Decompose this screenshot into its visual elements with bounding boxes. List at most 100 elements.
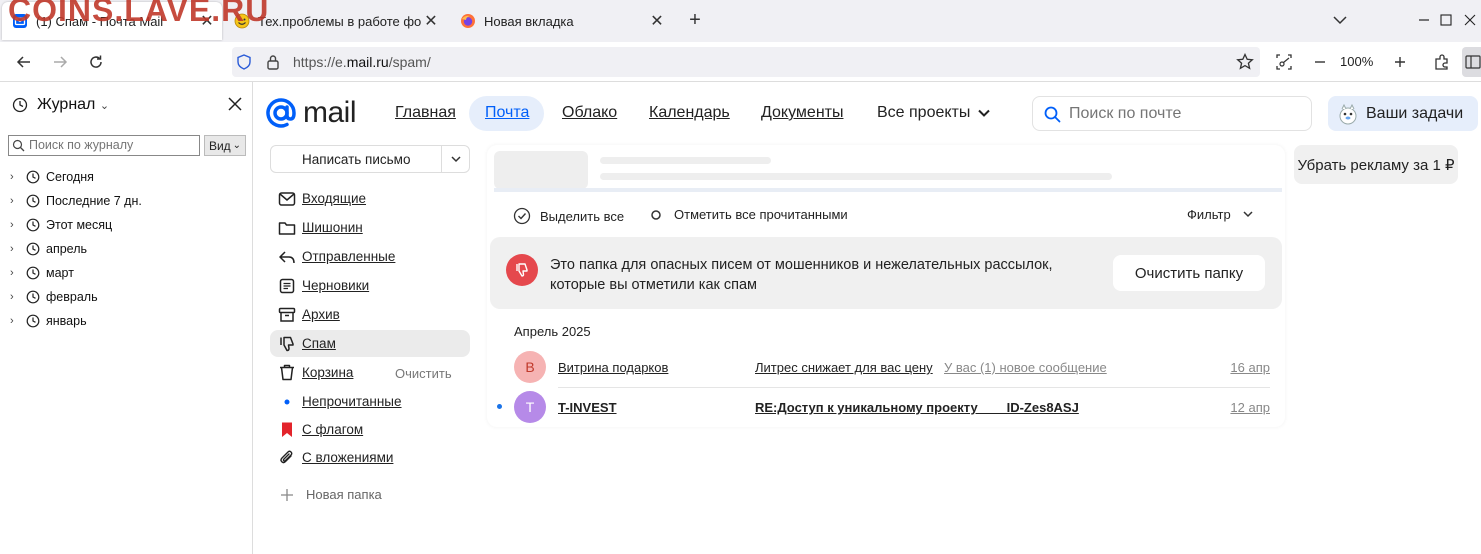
select-all-button[interactable]: Выделить все <box>513 207 624 225</box>
chevron-right-icon[interactable]: › <box>10 267 20 279</box>
chevron-right-icon[interactable]: › <box>10 291 20 303</box>
history-group-item[interactable]: › февраль <box>10 287 98 307</box>
chevron-right-icon[interactable]: › <box>10 195 20 207</box>
message-sender[interactable]: T-INVEST <box>558 400 617 415</box>
circle-icon <box>651 209 661 220</box>
zoom-level[interactable]: 100% <box>1340 54 1373 69</box>
check-circle-icon <box>513 207 531 225</box>
compose-button[interactable]: Написать письмо <box>302 152 410 167</box>
chevron-down-icon[interactable]: ⌄ <box>100 100 109 112</box>
mail-search-input[interactable] <box>1069 105 1304 123</box>
clear-folder-button[interactable]: Очистить папку <box>1113 255 1265 291</box>
history-group-item[interactable]: › Последние 7 дн. <box>10 191 142 211</box>
history-group-label: Этот месяц <box>46 218 113 232</box>
nav-mail[interactable]: Почта <box>485 104 529 122</box>
tab-new-tab[interactable]: Новая вкладка ✕ <box>450 2 672 40</box>
filter-button[interactable]: Фильтр <box>1187 207 1253 222</box>
nav-all-projects[interactable]: Все проекты <box>877 104 991 122</box>
back-arrow-icon[interactable] <box>12 50 36 74</box>
nav-cloud[interactable]: Облако <box>562 104 617 122</box>
shield-icon[interactable] <box>236 54 252 70</box>
history-group-item[interactable]: › апрель <box>10 239 87 259</box>
message-subject[interactable]: Литрес снижает для вас цену <box>755 360 933 375</box>
chevron-down-icon <box>1243 211 1253 218</box>
message-snippet[interactable]: У вас (1) новое сообщение <box>944 360 1107 375</box>
history-group-item[interactable]: › март <box>10 263 74 283</box>
zoom-in-icon[interactable] <box>1388 50 1412 74</box>
chevron-right-icon[interactable]: › <box>10 315 20 327</box>
folder-spam[interactable]: Спам <box>270 330 470 357</box>
folder-unread-dot[interactable]: Непрочитанные <box>270 388 470 415</box>
message-date[interactable]: 12 апр <box>1230 400 1270 415</box>
close-tab-icon[interactable]: ✕ <box>648 12 666 30</box>
close-tab-icon[interactable]: ✕ <box>422 12 440 30</box>
search-icon <box>12 139 25 152</box>
message-row[interactable]: T T-INVEST RE:Доступ к уникальному проекту… <box>490 388 1280 426</box>
archive-icon <box>276 307 298 323</box>
view-menu-button[interactable]: Вид ⌄ <box>204 135 246 156</box>
history-group-item[interactable]: › Этот месяц <box>10 215 112 235</box>
history-clock-icon <box>12 97 28 113</box>
list-all-tabs-icon[interactable] <box>1328 10 1352 30</box>
history-group-item[interactable]: › Сегодня <box>10 167 94 187</box>
screenshot-icon[interactable] <box>1272 50 1296 74</box>
chevron-down-icon <box>451 155 461 162</box>
close-sidebar-icon[interactable] <box>228 97 242 111</box>
maximize-window-icon[interactable] <box>1434 10 1458 30</box>
chevron-right-icon[interactable]: › <box>10 219 20 231</box>
message-row[interactable]: В Витрина подарков Литрес снижает для вас … <box>490 348 1280 386</box>
tab-forum[interactable]: Тех.проблемы в работе форума ✕ <box>224 2 446 40</box>
url-bar[interactable]: https://e.mail.ru/spam/ <box>232 47 1260 77</box>
tab-spam-mail[interactable]: (1) Спам - Почта Mail ✕ <box>2 2 222 40</box>
nav-documents[interactable]: Документы <box>761 104 843 122</box>
sidebar-toggle-icon[interactable] <box>1462 47 1481 77</box>
folder-sent[interactable]: Отправленные <box>270 243 470 270</box>
message-sender[interactable]: Витрина подарков <box>558 360 668 375</box>
history-group-item[interactable]: › январь <box>10 311 87 331</box>
message-subject[interactable]: RE:Доступ к уникальному проекту ___ ID-Z… <box>755 400 1079 415</box>
unread-indicator-icon[interactable] <box>497 404 502 409</box>
url-text[interactable]: https://e.mail.ru/spam/ <box>293 54 431 70</box>
nav-home[interactable]: Главная <box>395 104 456 122</box>
tab-title: Тех.проблемы в работе форума <box>258 13 422 29</box>
mail-logo[interactable]: mail <box>265 96 357 129</box>
bookmark-star-icon[interactable] <box>1236 53 1254 71</box>
compose-options-button[interactable] <box>442 146 470 172</box>
chevron-right-icon[interactable]: › <box>10 243 20 255</box>
folder-drafts[interactable]: Черновики <box>270 272 470 299</box>
sender-avatar[interactable]: T <box>514 391 546 423</box>
forward-arrow-icon[interactable] <box>48 50 72 74</box>
folder-attachment[interactable]: С вложениями <box>270 444 470 471</box>
mail-search-field[interactable] <box>1032 96 1312 131</box>
folder-folder[interactable]: Шишонин <box>270 214 470 241</box>
message-date[interactable]: 16 апр <box>1230 360 1270 375</box>
minimize-window-icon[interactable] <box>1412 10 1436 30</box>
folder-archive[interactable]: Архив <box>270 301 470 328</box>
clean-trash-button[interactable]: Очистить <box>395 366 452 381</box>
mail-favicon-icon <box>12 13 28 29</box>
reload-icon[interactable] <box>84 50 108 74</box>
folder-inbox[interactable]: Входящие <box>270 185 470 212</box>
folder-flag[interactable]: С флагом <box>270 416 470 443</box>
new-folder-button[interactable]: Новая папка <box>280 487 382 502</box>
history-title[interactable]: Журнал ⌄ <box>37 96 109 114</box>
nav-calendar[interactable]: Календарь <box>649 104 730 122</box>
remove-ads-button[interactable]: Убрать рекламу за 1 ₽ <box>1294 145 1458 184</box>
new-tab-button[interactable]: + <box>684 9 706 31</box>
folder-label: Спам <box>302 336 336 351</box>
tasks-button[interactable]: Ваши задачи <box>1328 96 1478 131</box>
extensions-icon[interactable] <box>1430 50 1454 74</box>
lock-icon[interactable] <box>266 54 280 70</box>
compose-button-group: Написать письмо <box>270 145 470 173</box>
close-tab-icon[interactable]: ✕ <box>198 12 216 30</box>
chevron-right-icon[interactable]: › <box>10 171 20 183</box>
close-window-icon[interactable] <box>1458 10 1481 30</box>
history-search-input[interactable] <box>29 138 197 152</box>
zoom-out-icon[interactable] <box>1308 50 1332 74</box>
banner-text: Это папка для опасных писем от мошеннико… <box>550 257 1053 293</box>
trash-icon <box>276 364 298 381</box>
sender-avatar[interactable]: В <box>514 351 546 383</box>
mark-all-read-button[interactable]: Отметить все прочитанными <box>650 207 848 222</box>
history-search-field[interactable] <box>8 135 200 156</box>
folder-label: Черновики <box>302 278 370 293</box>
